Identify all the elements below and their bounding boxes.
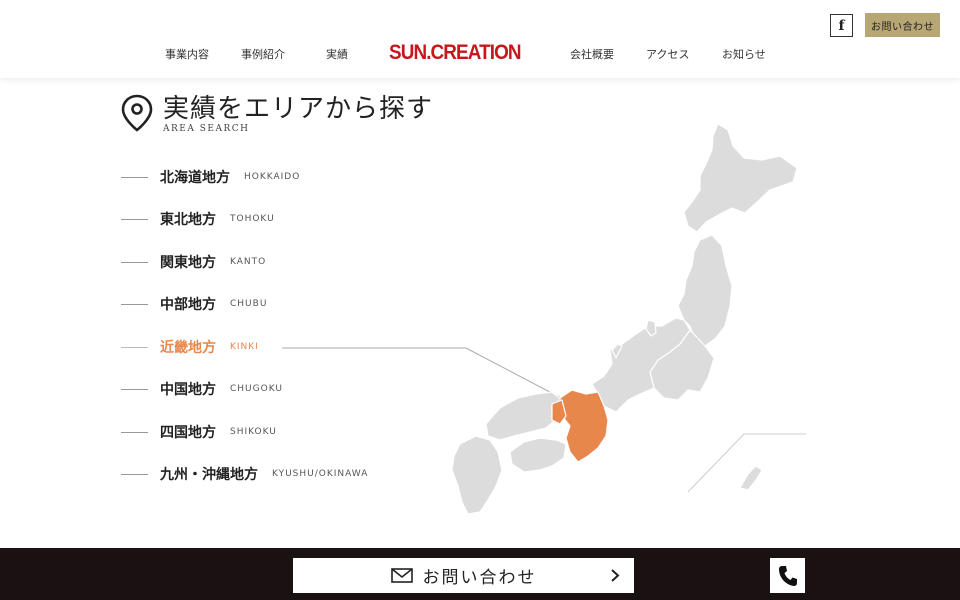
map-region-okinawa[interactable] — [739, 465, 763, 491]
map-region-kyushu[interactable] — [451, 435, 503, 515]
map-region-shikoku[interactable] — [509, 437, 567, 473]
region-item-kanto[interactable]: 関東地方 KANTO — [121, 251, 266, 273]
region-item-chugoku[interactable]: 中国地方 CHUGOKU — [121, 378, 283, 400]
region-label: 九州・沖縄地方 — [160, 467, 258, 483]
nav-item-works[interactable]: 実績 — [326, 46, 348, 62]
header-contact-button[interactable]: お問い合わせ — [865, 13, 940, 37]
section-subtitle: AREA SEARCH — [163, 124, 250, 134]
section-title: 実績をエリアから探す — [163, 94, 434, 124]
footer-contact-label: お問い合わせ — [422, 568, 537, 588]
region-item-kyushu-okinawa[interactable]: 九州・沖縄地方 KYUSHU/OKINAWA — [121, 463, 368, 485]
nav-item-cases[interactable]: 事例紹介 — [241, 46, 285, 62]
facebook-icon[interactable]: f — [830, 14, 853, 37]
region-item-hokkaido[interactable]: 北海道地方 HOKKAIDO — [121, 166, 300, 188]
mail-icon — [390, 568, 413, 583]
phone-icon — [778, 565, 797, 586]
region-dash — [121, 431, 148, 433]
region-label: 関東地方 — [160, 255, 216, 271]
region-dash — [121, 261, 148, 263]
map-region-kinki[interactable] — [559, 389, 609, 463]
region-item-tohoku[interactable]: 東北地方 TOHOKU — [121, 208, 275, 230]
region-item-shikoku[interactable]: 四国地方 SHIKOKU — [121, 421, 277, 443]
region-dash — [121, 176, 148, 178]
site-logo[interactable]: SUN.CREATION — [389, 41, 522, 65]
region-dash — [121, 346, 148, 348]
nav-item-news[interactable]: お知らせ — [722, 46, 766, 62]
region-label-en: TOHOKU — [230, 214, 275, 224]
chevron-right-icon — [611, 569, 620, 582]
region-item-chubu[interactable]: 中部地方 CHUBU — [121, 293, 267, 315]
footer-contact-button[interactable]: お問い合わせ — [293, 558, 634, 593]
region-dash — [121, 218, 148, 220]
region-label-en: CHUGOKU — [230, 384, 283, 394]
region-dash — [121, 388, 148, 390]
region-dash — [121, 303, 148, 305]
region-item-kinki[interactable]: 近畿地方 KINKI — [121, 336, 259, 358]
leader-line — [282, 347, 566, 401]
region-label-en: CHUBU — [230, 299, 268, 309]
region-label: 東北地方 — [160, 212, 216, 228]
map-region-hokkaido[interactable] — [683, 123, 798, 233]
region-label: 北海道地方 — [160, 170, 230, 186]
region-label: 四国地方 — [160, 425, 216, 441]
region-label-en: HOKKAIDO — [244, 172, 301, 182]
map-pin-icon — [121, 94, 153, 132]
region-label: 中国地方 — [160, 382, 216, 398]
region-label: 中部地方 — [160, 297, 216, 313]
nav-item-access[interactable]: アクセス — [646, 46, 689, 62]
nav-item-business[interactable]: 事業内容 — [165, 46, 209, 62]
region-dash — [121, 473, 148, 475]
region-label-en: KANTO — [230, 257, 267, 267]
region-label-en: KYUSHU/OKINAWA — [272, 469, 369, 479]
nav-item-company[interactable]: 会社概要 — [570, 46, 614, 62]
map-region-chugoku[interactable] — [485, 391, 563, 441]
site-header: f お問い合わせ 事業内容 事例紹介 実績 SUN.CREATION 会社概要 … — [0, 0, 960, 78]
region-label-en: SHIKOKU — [230, 427, 277, 437]
region-label: 近畿地方 — [160, 340, 216, 356]
region-label-en: KINKI — [230, 342, 259, 352]
footer-phone-button[interactable] — [770, 558, 805, 593]
